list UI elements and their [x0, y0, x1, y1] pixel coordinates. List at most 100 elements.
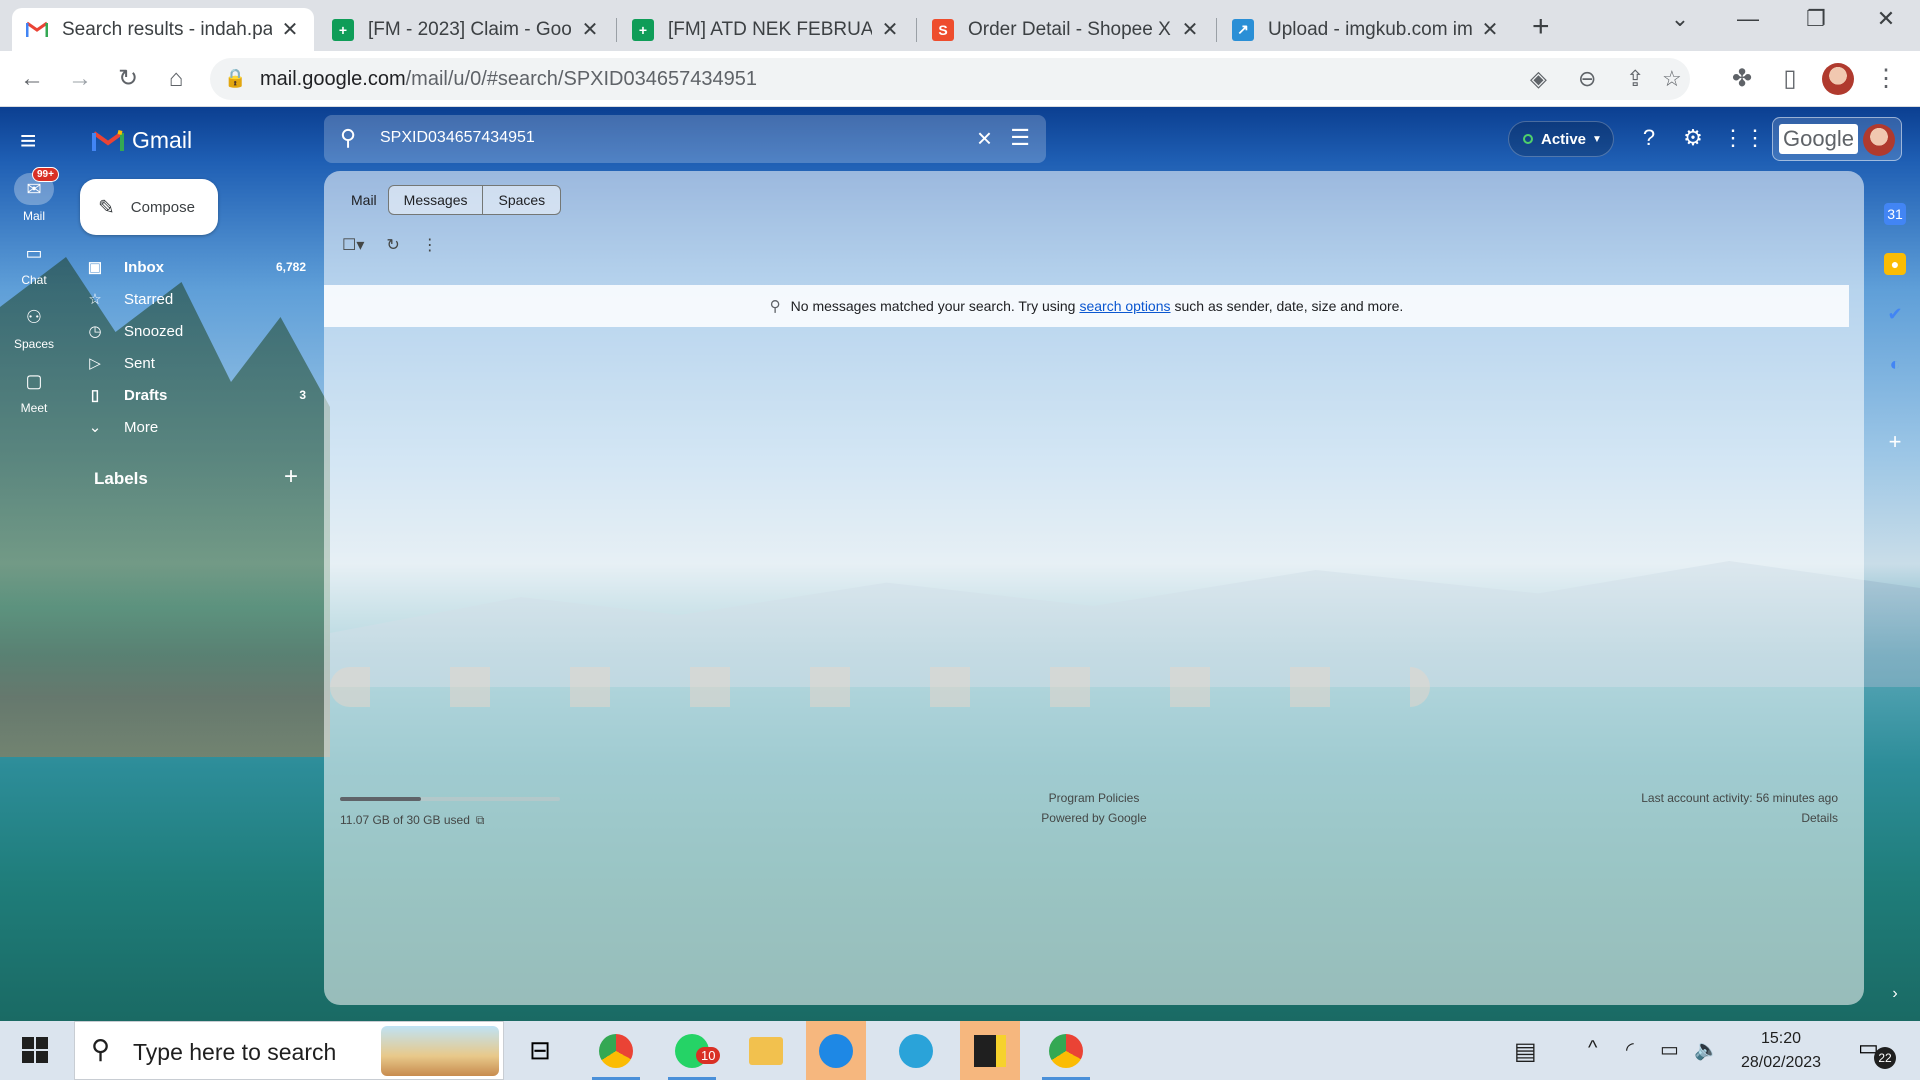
- gear-icon[interactable]: ⚙: [1678, 123, 1708, 153]
- select-checkbox-icon[interactable]: ☐▾: [342, 235, 364, 255]
- add-label-icon[interactable]: +: [284, 463, 298, 491]
- lock-icon[interactable]: 🔒: [224, 68, 246, 89]
- chrome-icon[interactable]: [586, 1021, 646, 1080]
- search-highlight-image: [381, 1026, 499, 1076]
- nav-item-starred[interactable]: ☆ Starred: [84, 283, 306, 315]
- browser-menu-icon[interactable]: ⋮: [1870, 63, 1902, 95]
- sticky-notes-icon[interactable]: [960, 1021, 1020, 1080]
- refresh-icon[interactable]: ↻: [386, 235, 399, 255]
- notification-count: 22: [1874, 1047, 1896, 1069]
- network-icon[interactable]: ◜: [1626, 1037, 1634, 1062]
- help-icon[interactable]: ?: [1634, 123, 1664, 153]
- new-tab-icon[interactable]: +: [1532, 10, 1550, 44]
- rail-item-meet[interactable]: ▢ Meet: [0, 365, 68, 415]
- whatsapp-icon[interactable]: 10: [662, 1021, 722, 1080]
- reload-icon[interactable]: ↻: [112, 63, 144, 95]
- contacts-icon[interactable]: ◐: [1884, 353, 1906, 375]
- close-icon[interactable]: ✕: [580, 17, 600, 42]
- rail-item-spaces[interactable]: ⚇ Spaces: [0, 301, 68, 351]
- taskbar-search[interactable]: ⚲ Type here to search: [74, 1021, 504, 1080]
- chrome-profile-icon[interactable]: [1036, 1021, 1096, 1080]
- chip-spaces[interactable]: Spaces: [483, 185, 562, 215]
- system-clock[interactable]: 15:20 28/02/2023: [1736, 1027, 1826, 1075]
- browser-tab-shopee[interactable]: S Order Detail - Shopee Xp ✕: [918, 8, 1214, 51]
- no-results-text: No messages matched your search. Try usi…: [790, 298, 1076, 314]
- close-icon[interactable]: ✕: [280, 17, 300, 42]
- search-bar[interactable]: ⚲ SPXID034657434951 × ☰: [324, 115, 1046, 163]
- close-icon[interactable]: ✕: [1480, 17, 1500, 42]
- browser-tab-gmail[interactable]: Search results - indah.pal ✕: [12, 8, 314, 51]
- file-explorer-icon[interactable]: [736, 1021, 796, 1080]
- program-policies-link[interactable]: Program Policies: [944, 791, 1244, 805]
- more-vert-icon[interactable]: ⋮: [422, 235, 438, 255]
- volume-icon[interactable]: 🔈: [1694, 1037, 1719, 1062]
- home-icon[interactable]: ⌂: [160, 63, 192, 95]
- gmail-logo[interactable]: Gmail: [92, 127, 192, 154]
- back-icon[interactable]: ←: [16, 63, 48, 95]
- nav-item-drafts[interactable]: ▯ Drafts 3: [84, 379, 306, 411]
- chip-mail[interactable]: Mail: [340, 185, 388, 215]
- lens-icon[interactable]: ◈: [1530, 66, 1547, 92]
- minimize-icon[interactable]: —: [1728, 6, 1768, 32]
- close-icon[interactable]: ✕: [1180, 17, 1200, 42]
- forward-icon[interactable]: →: [64, 63, 96, 95]
- nav-item-sent[interactable]: ▷ Sent: [84, 347, 306, 379]
- expand-panel-icon[interactable]: ›: [1884, 983, 1906, 1005]
- nav-item-more[interactable]: ⌄ More: [84, 411, 306, 443]
- address-bar[interactable]: 🔒 mail.google.com/mail/u/0/#search/SPXID…: [210, 58, 1690, 100]
- url-text: mail.google.com/mail/u/0/#search/SPXID03…: [260, 68, 757, 91]
- share-icon[interactable]: ⇪: [1626, 66, 1644, 92]
- no-results-suffix: such as sender, date, size and more.: [1174, 298, 1404, 314]
- windows-start-icon[interactable]: [22, 1037, 48, 1063]
- close-icon[interactable]: ✕: [880, 17, 900, 42]
- add-addon-icon[interactable]: +: [1884, 431, 1906, 453]
- keep-icon[interactable]: ●: [1884, 253, 1906, 275]
- rail-item-chat[interactable]: ▭ Chat: [0, 237, 68, 287]
- url-path: /mail/u/0/#search/SPXID034657434951: [405, 68, 757, 90]
- avatar: [1863, 124, 1895, 156]
- bookmark-star-icon[interactable]: ☆: [1662, 66, 1682, 92]
- clear-search-icon[interactable]: ×: [977, 123, 992, 154]
- restore-icon[interactable]: ❐: [1796, 6, 1836, 32]
- search-input[interactable]: SPXID034657434951: [380, 129, 535, 147]
- compose-button[interactable]: ✎ Compose: [80, 179, 218, 235]
- star-icon: ☆: [88, 291, 102, 308]
- notifications-icon[interactable]: ▭ 22: [1858, 1035, 1896, 1069]
- nav-item-snoozed[interactable]: ◷ Snoozed: [84, 315, 306, 347]
- tasks-icon[interactable]: ✔: [1884, 303, 1906, 325]
- zoom-out-icon[interactable]: ⊖: [1578, 66, 1596, 92]
- windows-taskbar: ⚲ Type here to search ⊟ 10 ▤ ^ ◜ ▭ 🔈 15:…: [0, 1021, 1920, 1080]
- apps-grid-icon[interactable]: ⋮⋮: [1722, 123, 1766, 153]
- browser-tab-atd[interactable]: + [FM] ATD NEK FEBRUARY ✕: [618, 8, 914, 51]
- chip-messages[interactable]: Messages: [387, 185, 484, 215]
- side-panel-icon[interactable]: ▯: [1774, 63, 1806, 95]
- storage-info[interactable]: 11.07 GB of 30 GB used ⧉: [340, 813, 484, 828]
- news-widget-icon[interactable]: ▤: [1514, 1037, 1537, 1066]
- status-dropdown[interactable]: Active ▼: [1508, 121, 1614, 157]
- search-icon[interactable]: ⚲: [340, 125, 356, 151]
- status-dot-icon: [1523, 134, 1533, 144]
- task-view-icon[interactable]: ⊟: [510, 1021, 570, 1080]
- browser-tab-claim[interactable]: + [FM - 2023] Claim - Goog ✕: [318, 8, 614, 51]
- tab-search-icon[interactable]: ⌄: [1660, 6, 1700, 32]
- compose-label: Compose: [130, 198, 195, 216]
- pencil-icon: ✎: [98, 196, 115, 219]
- messenger-icon[interactable]: [806, 1021, 866, 1080]
- last-activity-text: Last account activity: 56 minutes ago: [1641, 791, 1838, 805]
- calendar-icon[interactable]: 31: [1884, 203, 1906, 225]
- extensions-icon[interactable]: ✤: [1726, 63, 1758, 95]
- profile-avatar[interactable]: [1822, 63, 1854, 95]
- search-options-icon[interactable]: ☰: [1010, 125, 1030, 151]
- open-external-icon[interactable]: ⧉: [476, 813, 485, 827]
- details-link[interactable]: Details: [1801, 811, 1838, 825]
- main-menu-icon[interactable]: ≡: [20, 127, 48, 155]
- account-button[interactable]: Google: [1772, 117, 1902, 161]
- rail-item-mail[interactable]: ✉ 99+ Mail: [0, 167, 68, 223]
- browser-tab-imgkub[interactable]: ↗ Upload - imgkub.com ima ✕: [1218, 8, 1514, 51]
- nav-item-inbox[interactable]: ▣ Inbox 6,782: [84, 251, 306, 283]
- show-hidden-icons[interactable]: ^: [1588, 1037, 1597, 1060]
- battery-icon[interactable]: ▭: [1660, 1037, 1679, 1062]
- window-close-icon[interactable]: ✕: [1866, 6, 1906, 32]
- search-options-link[interactable]: search options: [1079, 298, 1170, 314]
- telegram-icon[interactable]: [886, 1021, 946, 1080]
